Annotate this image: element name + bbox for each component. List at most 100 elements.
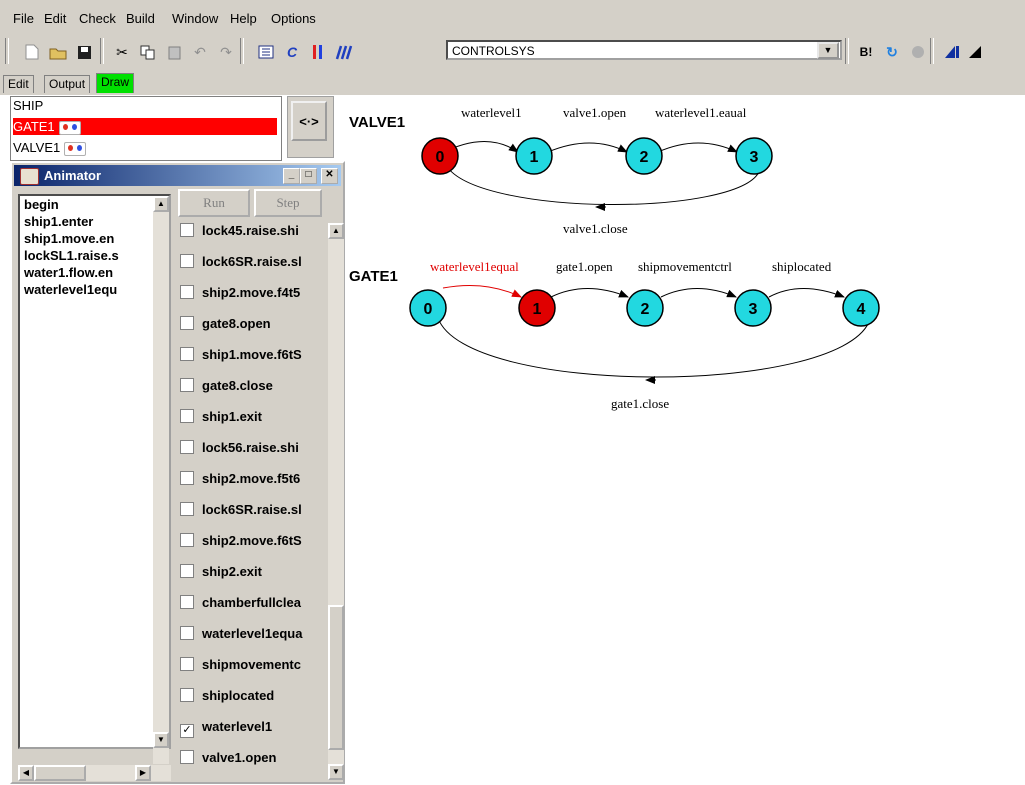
action-item[interactable]: chamberfullclea: [180, 595, 328, 615]
checkbox[interactable]: [180, 409, 194, 423]
menu-window[interactable]: Window: [172, 11, 218, 26]
checkbox[interactable]: [180, 626, 194, 640]
scroll-up-icon[interactable]: ▲: [328, 223, 344, 239]
trace-item[interactable]: ship1.enter: [24, 214, 154, 229]
menu-file[interactable]: File: [13, 11, 34, 26]
process-select[interactable]: CONTROLSYS: [446, 40, 842, 60]
undo-icon[interactable]: ↶: [188, 40, 212, 64]
save-icon[interactable]: [72, 40, 96, 64]
cut-icon[interactable]: ✂: [110, 40, 134, 64]
state-node[interactable]: 1: [518, 289, 556, 327]
scroll-thumb[interactable]: [328, 605, 344, 750]
step-button[interactable]: Step: [254, 189, 322, 217]
trace-item[interactable]: lockSL1.raise.s: [24, 248, 154, 263]
state-node[interactable]: 1: [515, 137, 553, 175]
action-item[interactable]: ✓ waterlevel1: [180, 719, 328, 739]
checkbox[interactable]: [180, 657, 194, 671]
paste-icon[interactable]: [162, 40, 186, 64]
open-folder-icon[interactable]: [46, 40, 70, 64]
trace-item[interactable]: begin: [24, 197, 154, 212]
action-item[interactable]: ship1.exit: [180, 409, 328, 429]
menu-options[interactable]: Options: [271, 11, 316, 26]
checkbox[interactable]: [180, 533, 194, 547]
trace-horizontal-scrollbar[interactable]: ◀ ▶: [18, 765, 171, 781]
trace-item[interactable]: waterlevel1equ: [24, 282, 154, 297]
state-node[interactable]: 0: [421, 137, 459, 175]
scroll-up-icon[interactable]: ▲: [153, 196, 169, 212]
tab-draw[interactable]: Draw: [96, 73, 135, 93]
animate-icon[interactable]: [940, 40, 964, 64]
checkbox[interactable]: [180, 223, 194, 237]
minimise-icon[interactable]: [332, 40, 356, 64]
scroll-down-icon[interactable]: ▼: [328, 764, 344, 780]
process-item-ship[interactable]: SHIP: [13, 97, 43, 114]
expand-collapse-button[interactable]: <·>: [291, 101, 327, 141]
action-item[interactable]: lock45.raise.shi: [180, 223, 328, 243]
state-node[interactable]: 3: [734, 289, 772, 327]
process-item-gate1[interactable]: GATE1: [13, 118, 277, 135]
state-node[interactable]: 4: [842, 289, 880, 327]
animator-title-bar[interactable]: Animator _ □ ✕: [14, 165, 341, 186]
checkbox[interactable]: [180, 347, 194, 361]
trace-vertical-scrollbar[interactable]: ▲ ▼: [153, 196, 169, 764]
action-item[interactable]: shipmovementc: [180, 657, 328, 677]
process-item-valve1[interactable]: VALVE1: [13, 139, 87, 156]
action-item[interactable]: ship1.move.f6tS: [180, 347, 328, 367]
trace-list[interactable]: begin ship1.enter ship1.move.en lockSL1.…: [18, 194, 171, 764]
list-icon[interactable]: [254, 40, 278, 64]
stop-icon[interactable]: [906, 40, 930, 64]
state-node[interactable]: 2: [625, 137, 663, 175]
action-item[interactable]: ship2.move.f4t5: [180, 285, 328, 305]
blast-icon[interactable]: ↻: [880, 40, 904, 64]
maximize-icon[interactable]: □: [300, 168, 317, 184]
checkbox[interactable]: [180, 254, 194, 268]
action-item[interactable]: gate8.open: [180, 316, 328, 336]
menu-check[interactable]: Check: [79, 11, 116, 26]
trace-item[interactable]: ship1.move.en: [24, 231, 154, 246]
trace-item[interactable]: water1.flow.en: [24, 265, 154, 280]
scroll-right-icon[interactable]: ▶: [135, 765, 151, 781]
state-node[interactable]: 2: [626, 289, 664, 327]
checkbox-checked[interactable]: ✓: [180, 724, 194, 738]
checkbox[interactable]: [180, 750, 194, 764]
checkbox[interactable]: [180, 285, 194, 299]
action-item[interactable]: shiplocated: [180, 688, 328, 708]
action-item[interactable]: ship2.exit: [180, 564, 328, 584]
checkbox[interactable]: [180, 316, 194, 330]
run-icon[interactable]: [966, 40, 1024, 64]
close-icon[interactable]: ✕: [321, 168, 338, 184]
new-file-icon[interactable]: [20, 40, 44, 64]
draw-icon[interactable]: B!: [854, 40, 878, 64]
state-node[interactable]: 3: [735, 137, 773, 175]
menu-edit[interactable]: Edit: [44, 11, 66, 26]
copy-icon[interactable]: [136, 40, 160, 64]
menu-build[interactable]: Build: [126, 11, 155, 26]
scroll-left-icon[interactable]: ◀: [18, 765, 34, 781]
parallel-icon[interactable]: [306, 40, 330, 64]
action-item[interactable]: lock6SR.raise.sl: [180, 502, 328, 522]
action-item[interactable]: ship2.move.f5t6: [180, 471, 328, 491]
run-button[interactable]: Run: [178, 189, 250, 217]
action-item[interactable]: valve1.open: [180, 750, 328, 770]
menu-help[interactable]: Help: [230, 11, 257, 26]
scroll-thumb[interactable]: [34, 765, 86, 781]
tab-edit[interactable]: Edit: [3, 75, 34, 93]
action-item[interactable]: waterlevel1equa: [180, 626, 328, 646]
state-node[interactable]: 0: [409, 289, 447, 327]
action-item[interactable]: lock56.raise.shi: [180, 440, 328, 460]
checkbox[interactable]: [180, 595, 194, 609]
checkbox[interactable]: [180, 471, 194, 485]
minimize-icon[interactable]: _: [283, 168, 300, 184]
checkbox[interactable]: [180, 378, 194, 392]
compile-icon[interactable]: C: [280, 40, 304, 64]
action-item[interactable]: ship2.move.f6tS: [180, 533, 328, 553]
chevron-down-icon[interactable]: ▼: [817, 42, 839, 59]
checkbox[interactable]: [180, 502, 194, 516]
scroll-down-icon[interactable]: ▼: [153, 732, 169, 748]
checkbox[interactable]: [180, 564, 194, 578]
checkbox[interactable]: [180, 688, 194, 702]
action-item[interactable]: lock6SR.raise.sl: [180, 254, 328, 274]
action-item[interactable]: gate8.close: [180, 378, 328, 398]
tab-output[interactable]: Output: [44, 75, 91, 93]
checkbox[interactable]: [180, 440, 194, 454]
